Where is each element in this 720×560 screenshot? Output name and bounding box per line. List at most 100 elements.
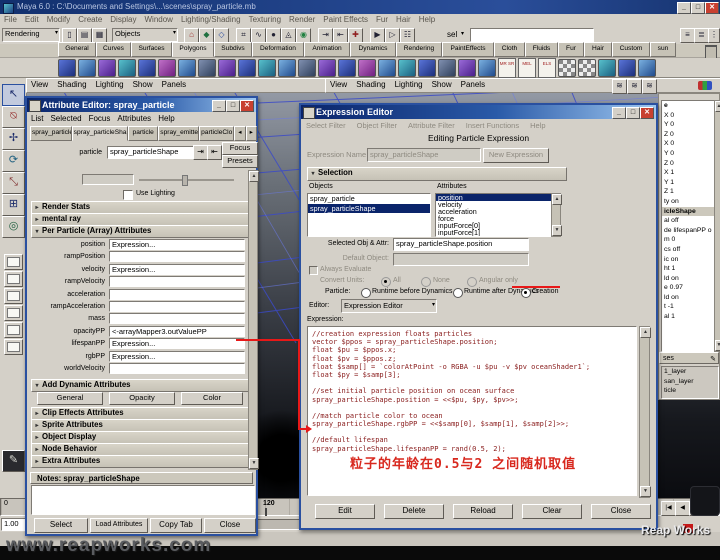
lasso-tool-button[interactable]: ⍉ bbox=[2, 106, 25, 128]
lifespan-value-field[interactable] bbox=[82, 174, 134, 185]
focus-button[interactable]: Focus bbox=[222, 142, 258, 155]
save-scene-icon[interactable]: ▦ bbox=[92, 28, 107, 43]
layer-item[interactable]: ticle bbox=[662, 386, 718, 396]
shelf-render-icon[interactable] bbox=[558, 59, 576, 77]
scroll-down-icon[interactable]: ▼ bbox=[640, 486, 651, 497]
minimize-button[interactable]: _ bbox=[212, 100, 226, 112]
expression-editor-title-bar[interactable]: Expression Editor _ □ ✕ bbox=[301, 105, 656, 119]
panel-menu-show[interactable]: Show bbox=[432, 79, 452, 92]
notes-textarea[interactable] bbox=[31, 485, 255, 515]
shelf-combine-icon[interactable] bbox=[358, 59, 376, 77]
rotate-tool-button[interactable]: ⟳ bbox=[2, 150, 25, 172]
runtime-before-dynamics-radio[interactable] bbox=[361, 288, 371, 298]
attr-field-mass[interactable] bbox=[109, 313, 245, 324]
title-bar[interactable]: Maya 6.0 : C:\Documents and Settings\...… bbox=[0, 0, 720, 14]
layout-hypershade-button[interactable] bbox=[4, 322, 23, 338]
shelf-poly-platonic-icon[interactable] bbox=[278, 59, 296, 77]
panel-layout-toggle-icon[interactable]: ≋ bbox=[612, 79, 627, 94]
shelf-tab-surfaces[interactable]: Surfaces bbox=[131, 42, 172, 57]
shelf-mel-script-icon[interactable]: MR SR bbox=[498, 58, 516, 78]
menu-file[interactable]: File bbox=[4, 15, 17, 24]
menu-fur[interactable]: Fur bbox=[376, 15, 388, 24]
layer-list[interactable]: 1_layer san_layer ticle bbox=[661, 366, 719, 399]
menu-render[interactable]: Render bbox=[289, 15, 315, 24]
shelf-tab-animation[interactable]: Animation bbox=[304, 42, 350, 57]
shelf-split-icon[interactable] bbox=[378, 59, 396, 77]
scroll-down-icon[interactable]: ▼ bbox=[715, 340, 720, 351]
ee-menu-insert-functions[interactable]: Insert Functions bbox=[466, 121, 519, 130]
convert-units-all-radio[interactable] bbox=[381, 277, 391, 287]
shelf-texture-icon[interactable] bbox=[578, 59, 596, 77]
shelf-tab-hair[interactable]: Hair bbox=[584, 42, 612, 57]
attr-field-acceleration[interactable] bbox=[109, 289, 245, 300]
ae-menu-selected[interactable]: Selected bbox=[50, 114, 81, 123]
new-expression-button[interactable]: New Expression bbox=[483, 148, 549, 163]
channel-row[interactable]: al 1 bbox=[662, 312, 714, 322]
select-hierarchy-icon[interactable]: ⌂ bbox=[184, 28, 199, 43]
panel-menu-shading[interactable]: Shading bbox=[356, 79, 385, 92]
object-item[interactable]: spray_particle bbox=[308, 194, 430, 204]
open-scene-icon[interactable]: ▤ bbox=[77, 28, 92, 43]
channel-row[interactable]: X 1 bbox=[662, 168, 714, 178]
channel-row[interactable]: Z 0 bbox=[662, 130, 714, 140]
select-object-icon[interactable]: ◆ bbox=[199, 28, 214, 43]
shelf-tab-cloth[interactable]: Cloth bbox=[494, 42, 525, 57]
shelf-tab-custom[interactable]: Custom bbox=[612, 42, 650, 57]
tab-spray-particle[interactable]: spray_particle bbox=[30, 126, 72, 141]
channel-row[interactable]: e 0.97 bbox=[662, 283, 714, 293]
channel-row[interactable]: Y 1 bbox=[662, 178, 714, 188]
ipr-render-icon[interactable]: ▷ bbox=[385, 28, 400, 43]
lifespan-slider-handle[interactable] bbox=[182, 175, 188, 186]
panel-menu-lighting[interactable]: Lighting bbox=[395, 79, 423, 92]
new-scene-icon[interactable]: ▯ bbox=[62, 28, 77, 43]
menu-modify[interactable]: Modify bbox=[47, 15, 71, 24]
tab-particleclo[interactable]: particleClo bbox=[199, 126, 234, 141]
scroll-up-icon[interactable]: ▲ bbox=[249, 171, 259, 182]
clear-button[interactable]: Clear bbox=[522, 504, 582, 519]
close-button[interactable]: ✕ bbox=[240, 100, 254, 112]
menu-texturing[interactable]: Texturing bbox=[249, 15, 281, 24]
panel-menu-panels[interactable]: Panels bbox=[162, 79, 186, 92]
step-back-button[interactable]: |◀ bbox=[661, 501, 676, 516]
minimize-button[interactable]: _ bbox=[677, 2, 691, 14]
channel-row[interactable]: Y 0 bbox=[662, 149, 714, 159]
play-back-button[interactable]: ◀ bbox=[675, 501, 690, 516]
channel-scrollbar[interactable]: ▲ ▼ bbox=[714, 100, 720, 352]
shelf-poly-soccer-icon[interactable] bbox=[258, 59, 276, 77]
close-button[interactable]: Close bbox=[591, 504, 651, 519]
shelf-tab-fur[interactable]: Fur bbox=[558, 42, 584, 57]
channel-row[interactable]: X 0 bbox=[662, 111, 714, 121]
channel-row[interactable]: al off bbox=[662, 216, 714, 226]
shelf-poly-helix-icon[interactable] bbox=[238, 59, 256, 77]
channel-row[interactable]: cs off bbox=[662, 245, 714, 255]
select-tool-button[interactable]: ↖ bbox=[2, 84, 25, 106]
ae-menu-focus[interactable]: Focus bbox=[89, 114, 111, 123]
ae-menu-attributes[interactable]: Attributes bbox=[117, 114, 151, 123]
shelf-particle-icon[interactable] bbox=[618, 59, 636, 77]
attr-field-rampacceleration[interactable] bbox=[109, 301, 245, 312]
menu-create[interactable]: Create bbox=[78, 15, 102, 24]
shelf-tab-polygons[interactable]: Polygons bbox=[172, 42, 214, 57]
layer-item[interactable]: 1_layer bbox=[662, 367, 718, 377]
channel-list[interactable]: e X 0 Y 0 Z 0 X 0 Y 0 Z 0 X 1 Y 1 Z 1 ty… bbox=[661, 100, 715, 352]
convert-units-angular-radio[interactable] bbox=[467, 277, 477, 287]
ee-menu-attribute-filter[interactable]: Attribute Filter bbox=[408, 121, 455, 130]
render-globals-icon[interactable]: ☷ bbox=[400, 28, 415, 43]
shelf-mel-script-icon[interactable]: MEL bbox=[518, 58, 536, 78]
close-button[interactable]: ✕ bbox=[705, 2, 719, 14]
menu-display[interactable]: Display bbox=[110, 15, 136, 24]
trash-icon[interactable] bbox=[705, 45, 717, 59]
shelf-poly-sphere-icon[interactable] bbox=[78, 59, 96, 77]
shelf-tab-subdivs[interactable]: Subdivs bbox=[214, 42, 252, 57]
output-connections-icon[interactable]: ⇤ bbox=[333, 28, 348, 43]
add-color-button[interactable]: Color bbox=[181, 392, 243, 405]
attr-field-rampvelocity[interactable] bbox=[109, 276, 245, 287]
snap-plane-icon[interactable]: ◬ bbox=[281, 28, 296, 43]
snap-point-icon[interactable]: ● bbox=[266, 28, 281, 43]
ae-scrollbar[interactable]: ▲ ▼ bbox=[248, 170, 258, 470]
shelf-poly-plane-icon[interactable] bbox=[138, 59, 156, 77]
expression-scrollbar[interactable]: ▲ ▼ bbox=[639, 326, 650, 498]
reload-button[interactable]: Reload bbox=[453, 504, 513, 519]
shelf-merge-icon[interactable] bbox=[398, 59, 416, 77]
input-connections-icon[interactable]: ⇥ bbox=[318, 28, 333, 43]
